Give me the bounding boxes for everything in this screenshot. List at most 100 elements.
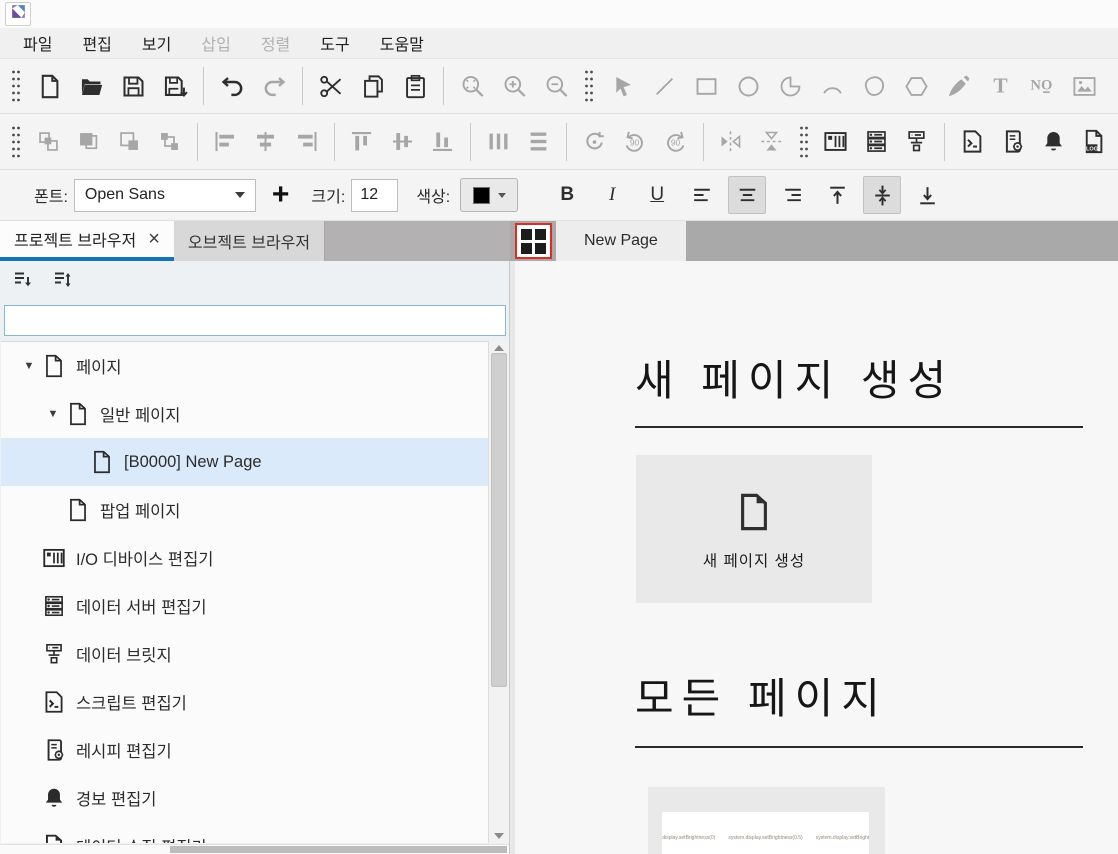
tree-filter-input[interactable] — [4, 305, 506, 336]
menu-arrange[interactable]: 정렬 — [246, 28, 305, 58]
tree-item-data-collection-editor[interactable]: 데이터 수집 편집기 — [1, 822, 488, 843]
tab-close-icon[interactable]: × — [148, 229, 160, 249]
scroll-down-arrow-icon[interactable] — [489, 829, 509, 843]
draw-arc-button[interactable] — [812, 66, 852, 106]
tab-object-browser[interactable]: 오브젝트 브라우저 — [174, 221, 325, 261]
align-middle-button[interactable] — [383, 122, 422, 162]
bold-button[interactable]: B — [548, 176, 586, 214]
text-align-right-button[interactable] — [773, 176, 811, 214]
text-align-left-button[interactable] — [683, 176, 721, 214]
create-new-page-card[interactable]: 새 페이지 생성 — [636, 455, 872, 603]
tree-item-script-editor[interactable]: 스크립트 편집기 — [1, 678, 488, 726]
rotate-right-90-button[interactable]: 90 — [656, 122, 695, 162]
toolbar-grip[interactable] — [9, 176, 23, 214]
redo-button[interactable] — [254, 66, 294, 106]
align-top-button[interactable] — [343, 122, 382, 162]
toolbar-grip[interactable] — [9, 67, 23, 105]
align-center-button[interactable] — [247, 122, 286, 162]
cut-button[interactable] — [311, 66, 351, 106]
scrollbar-thumb[interactable] — [170, 846, 507, 853]
align-bottom-button[interactable] — [424, 122, 463, 162]
draw-pen-button[interactable] — [938, 66, 978, 106]
align-right-button[interactable] — [287, 122, 326, 162]
pages-grid-button[interactable] — [515, 223, 552, 259]
toolbar-grip[interactable] — [9, 123, 23, 161]
valign-bottom-button[interactable] — [908, 176, 946, 214]
draw-rect-button[interactable] — [686, 66, 726, 106]
data-bridge-button[interactable] — [898, 122, 937, 162]
menu-file[interactable]: 파일 — [8, 28, 67, 58]
draw-ellipse-button[interactable] — [728, 66, 768, 106]
send-to-back-button[interactable] — [110, 122, 149, 162]
menu-view[interactable]: 보기 — [127, 28, 186, 58]
menu-tools[interactable]: 도구 — [305, 28, 364, 58]
italic-button[interactable]: I — [593, 176, 631, 214]
distribute-vertical-button[interactable] — [520, 122, 559, 162]
draw-pie-button[interactable] — [770, 66, 810, 106]
draw-number-button[interactable]: NO — [1022, 66, 1062, 106]
bring-to-front-button[interactable] — [70, 122, 109, 162]
valign-middle-button[interactable] — [863, 176, 901, 214]
expand-all-button[interactable] — [50, 268, 76, 294]
log-file-button[interactable]: LOG — [1075, 122, 1114, 162]
open-folder-button[interactable] — [71, 66, 111, 106]
add-font-button[interactable]: + — [272, 180, 290, 210]
draw-closed-curve-button[interactable] — [854, 66, 894, 106]
draw-line-button[interactable] — [644, 66, 684, 106]
select-button[interactable] — [602, 66, 642, 106]
tab-project-browser[interactable]: 프로젝트 브라우저× — [0, 221, 174, 261]
tree-item-normal-pages[interactable]: ▼일반 페이지 — [1, 390, 488, 438]
scrollbar-thumb[interactable] — [491, 353, 507, 687]
draw-text-button[interactable]: T — [980, 66, 1020, 106]
menu-edit[interactable]: 편집 — [67, 28, 126, 58]
zoom-in-button[interactable] — [494, 66, 534, 106]
document-tab-new-page[interactable]: New Page — [556, 221, 686, 261]
expander-down-icon[interactable]: ▼ — [41, 408, 65, 420]
zoom-out-button[interactable] — [536, 66, 576, 106]
flip-horizontal-button[interactable] — [712, 122, 751, 162]
flip-vertical-button[interactable] — [752, 122, 791, 162]
io-device-button[interactable] — [817, 122, 856, 162]
horizontal-scrollbar[interactable] — [0, 844, 509, 854]
group-objects-button[interactable] — [29, 122, 68, 162]
text-align-center-button[interactable] — [728, 176, 766, 214]
tree-item-popup-pages[interactable]: 팝업 페이지 — [1, 486, 488, 534]
ungroup-objects-button[interactable] — [151, 122, 190, 162]
vertical-scrollbar[interactable] — [488, 341, 509, 843]
rotate-button[interactable] — [575, 122, 614, 162]
font-color-button[interactable] — [460, 178, 518, 212]
alarm-button[interactable] — [1034, 122, 1073, 162]
draw-image-button[interactable] — [1064, 66, 1104, 106]
font-family-select[interactable]: Open Sans — [74, 179, 256, 212]
underline-button[interactable]: U — [638, 176, 676, 214]
script-button[interactable] — [953, 122, 992, 162]
zoom-fit-button[interactable] — [452, 66, 492, 106]
valign-top-button[interactable] — [818, 176, 856, 214]
copy-button[interactable] — [353, 66, 393, 106]
save-button[interactable] — [113, 66, 153, 106]
tree-item-pages[interactable]: ▼페이지 — [1, 342, 488, 390]
recipe-button[interactable] — [994, 122, 1033, 162]
expander-down-icon[interactable]: ▼ — [17, 360, 41, 372]
tree-item-io-device-editor[interactable]: I/O 디바이스 편집기 — [1, 534, 488, 582]
tree-item-alarm-editor[interactable]: 경보 편집기 — [1, 774, 488, 822]
tree-item-recipe-editor[interactable]: 레시피 편집기 — [1, 726, 488, 774]
data-server-button[interactable] — [857, 122, 896, 162]
page-thumbnail-card[interactable]: system.display.setBrightness(0)system.di… — [648, 787, 885, 854]
rotate-left-90-button[interactable]: 90 — [616, 122, 655, 162]
undo-button[interactable] — [212, 66, 252, 106]
menu-help[interactable]: 도움말 — [365, 28, 439, 58]
align-left-button[interactable] — [206, 122, 245, 162]
new-file-button[interactable] — [29, 66, 69, 106]
toolbar-grip[interactable] — [582, 67, 596, 105]
menu-insert[interactable]: 삽입 — [186, 28, 245, 58]
tree-item-b0000-new-page[interactable]: [B0000] New Page — [1, 438, 488, 486]
collapse-all-button[interactable] — [10, 268, 36, 294]
tree-item-data-server-editor[interactable]: 데이터 서버 편집기 — [1, 582, 488, 630]
app-menu-button[interactable] — [5, 2, 31, 26]
font-size-input[interactable] — [351, 179, 398, 212]
tree-item-data-bridge[interactable]: 데이터 브릿지 — [1, 630, 488, 678]
save-as-button[interactable] — [155, 66, 195, 106]
distribute-horizontal-button[interactable] — [479, 122, 518, 162]
toolbar-grip[interactable] — [797, 123, 811, 161]
